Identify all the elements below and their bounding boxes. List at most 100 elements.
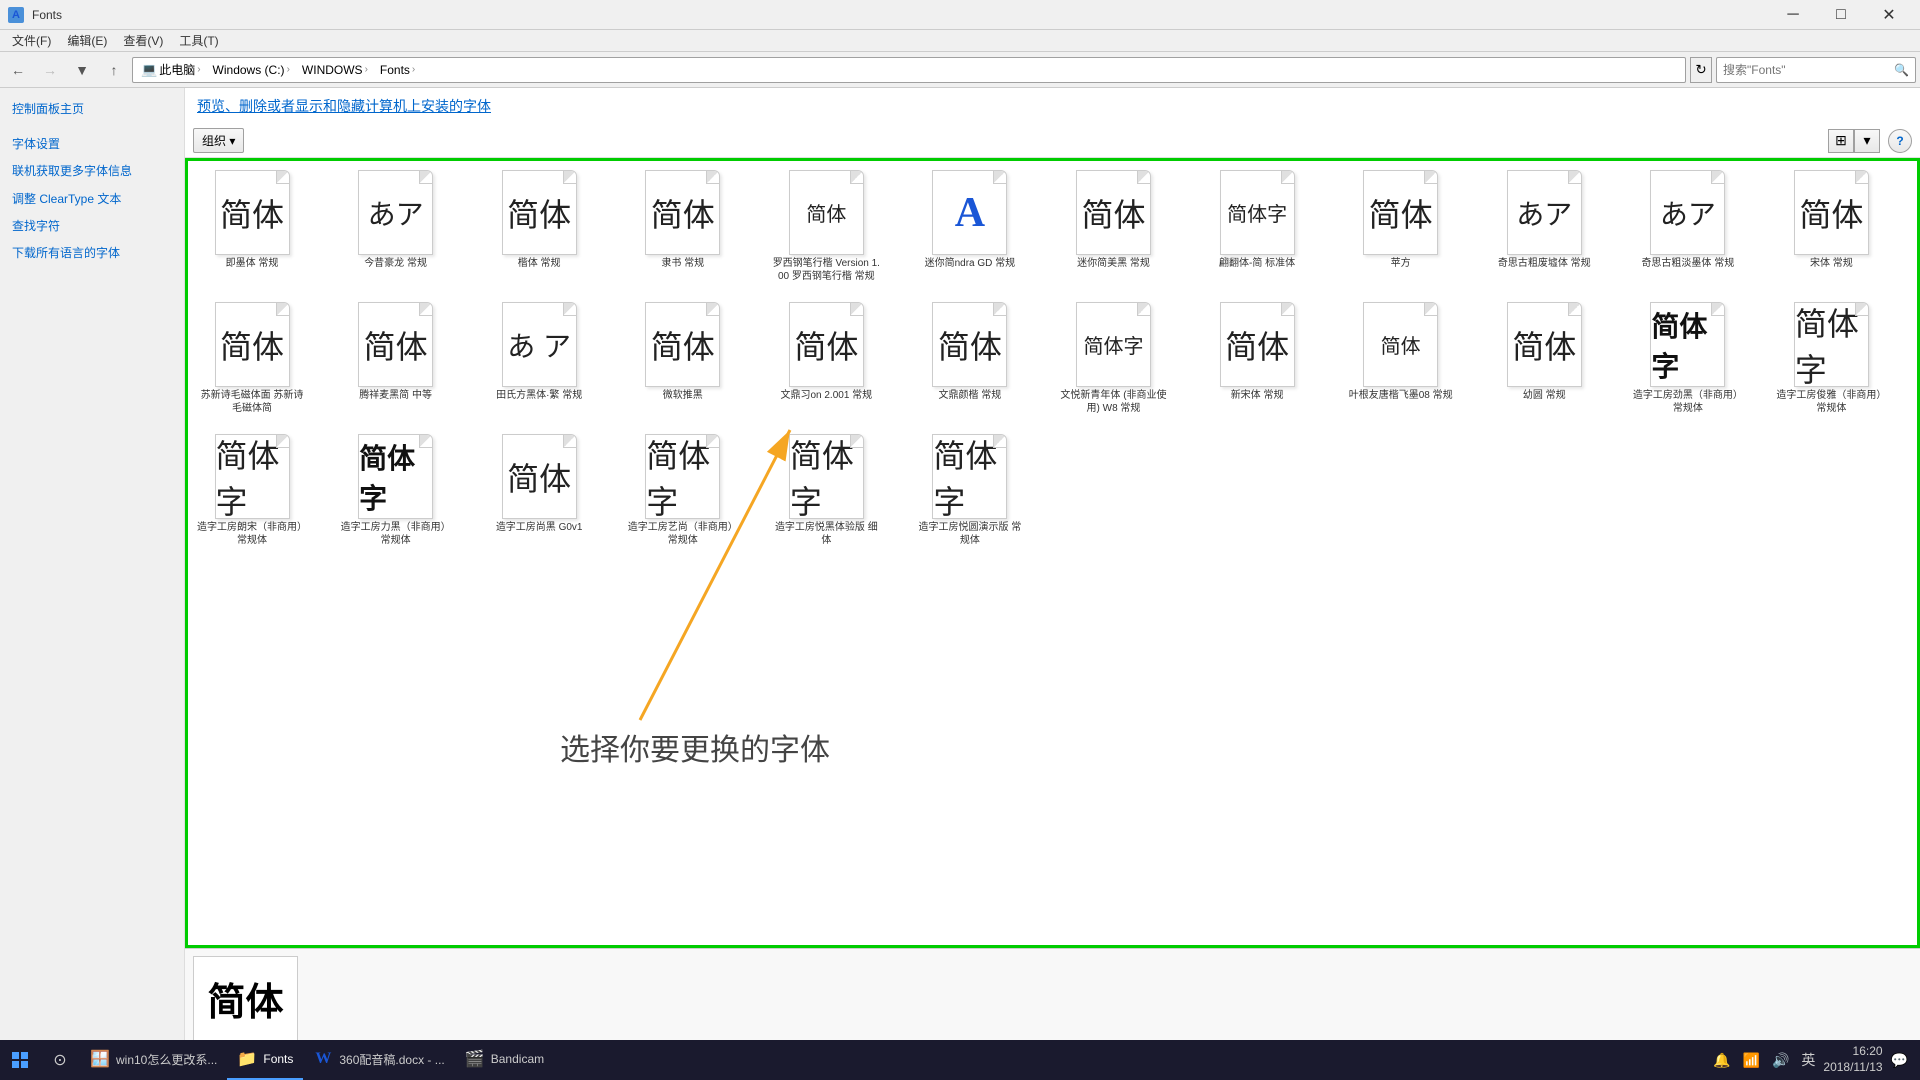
font-item[interactable]: 简体 宋体 常规 <box>1771 165 1891 295</box>
font-item[interactable]: 简体 隶书 常规 <box>623 165 743 295</box>
font-page: 简体字 <box>789 434 864 519</box>
menu-tools[interactable]: 工具(T) <box>171 30 226 51</box>
start-button[interactable] <box>0 1040 40 1080</box>
font-name-label: 微软推黑 <box>663 389 703 402</box>
font-page: 简体字 <box>215 434 290 519</box>
menu-view[interactable]: 查看(V) <box>115 30 171 51</box>
sidebar-font-settings[interactable]: 字体设置 <box>0 131 184 158</box>
taskbar-speaker-icon[interactable]: 🔊 <box>1768 1052 1793 1069</box>
up-button[interactable]: ↑ <box>100 56 128 84</box>
font-preview-text: 简体字 <box>216 434 289 519</box>
font-item[interactable]: 简体 造字工房尚黑 G0v1 <box>479 429 599 559</box>
font-name-label: 叶根友唐楷飞墨08 常规 <box>1349 389 1453 402</box>
font-item[interactable]: 简体字 文悦新青年体 (非商业使用) W8 常规 <box>1053 297 1173 427</box>
font-item[interactable]: 简体 微软推黑 <box>623 297 743 427</box>
recent-button[interactable]: ▼ <box>68 56 96 84</box>
font-preview-text: 简体字 <box>359 437 432 517</box>
font-preview-text: あ ア <box>507 325 571 365</box>
font-item[interactable]: 简体 新宋体 常规 <box>1197 297 1317 427</box>
taskbar-item-2[interactable]: W 360配音稿.docx - ... <box>303 1040 454 1080</box>
address-bar: 💻 此电脑 › Windows (C:) › WINDOWS › Fonts › <box>132 57 1686 83</box>
font-page: あア <box>1650 170 1725 255</box>
font-preview-text: 简体 <box>651 322 715 368</box>
font-item[interactable]: 简体 即墨体 常规 <box>192 165 312 295</box>
font-item[interactable]: A 迷你简ndra GD 常规 <box>910 165 1030 295</box>
font-item[interactable]: あア 奇思古粗淡墨体 常规 <box>1628 165 1748 295</box>
address-fonts[interactable]: Fonts › <box>376 61 419 79</box>
font-item[interactable]: 简体字 造字工房悦圆演示版 常规体 <box>910 429 1030 559</box>
font-item[interactable]: 简体字 造字工房劲黑（非商用）常规体 <box>1628 297 1748 427</box>
title-bar-icon: A <box>8 7 24 23</box>
taskbar-item-0[interactable]: 🪟 win10怎么更改系... <box>80 1040 227 1080</box>
taskbar-right: 🔔 📶 🔊 英 16:20 2018/11/13 💬 <box>1709 1044 1920 1075</box>
menu-edit[interactable]: 编辑(E) <box>59 30 115 51</box>
font-page: 简体 <box>789 170 864 255</box>
taskbar-action-center-icon[interactable]: 💬 <box>1887 1052 1912 1069</box>
address-drive[interactable]: Windows (C:) › <box>209 61 294 79</box>
font-item[interactable]: 简体 苹方 <box>1341 165 1461 295</box>
menu-file[interactable]: 文件(F) <box>4 30 59 51</box>
minimize-button[interactable]: ─ <box>1770 0 1816 30</box>
taskbar-item-1[interactable]: 📁 Fonts <box>227 1040 303 1080</box>
font-preview-text: 简体 <box>794 322 858 368</box>
font-page: 简体字 <box>645 434 720 519</box>
taskbar-icon-1: 📁 <box>237 1049 257 1069</box>
font-grid-container: 简体 即墨体 常规 あア 今昔豪龙 常规 简体 楷体 常规 简体 隶书 常规 简… <box>185 158 1920 948</box>
font-item[interactable]: あア 奇思古粗废墟体 常规 <box>1484 165 1604 295</box>
back-button[interactable]: ← <box>4 56 32 84</box>
font-name-label: 苏新诗毛磁体面 苏新诗毛磁体简 <box>197 389 307 415</box>
forward-button[interactable]: → <box>36 56 64 84</box>
font-item[interactable]: 简体字 造字工房艺尚（非商用）常规体 <box>623 429 743 559</box>
font-item[interactable]: あア 今昔豪龙 常规 <box>336 165 456 295</box>
font-item[interactable]: あ ア 田氏方黑体·繁 常规 <box>479 297 599 427</box>
font-name-label: 新宋体 常规 <box>1231 389 1284 402</box>
font-item[interactable]: 简体 楷体 常规 <box>479 165 599 295</box>
search-input[interactable] <box>1723 63 1890 77</box>
close-button[interactable]: ✕ <box>1866 0 1912 30</box>
sidebar-cleartype[interactable]: 调整 ClearType 文本 <box>0 186 184 213</box>
font-item[interactable]: 简体 幼圆 常规 <box>1484 297 1604 427</box>
font-item[interactable]: 简体 腾祥麦黑简 中等 <box>336 297 456 427</box>
taskbar-lang-icon[interactable]: 英 <box>1797 1050 1819 1070</box>
font-item[interactable]: 简体字 造字工房力黑（非商用）常规体 <box>336 429 456 559</box>
font-item[interactable]: 简体 叶根友唐楷飞墨08 常规 <box>1341 297 1461 427</box>
view-dropdown-button[interactable]: ▾ <box>1854 129 1880 153</box>
font-item[interactable]: 简体 迷你简美黑 常规 <box>1053 165 1173 295</box>
font-name-label: 楷体 常规 <box>518 257 561 270</box>
font-item[interactable]: 简体字 造字工房朗宋（非商用）常规体 <box>192 429 312 559</box>
help-button[interactable]: ? <box>1888 129 1912 153</box>
taskbar-clock: 16:20 2018/11/13 <box>1823 1044 1882 1075</box>
font-item[interactable]: 简体字 造字工房俊雅（非商用）常规体 <box>1771 297 1891 427</box>
font-page: 简体字 <box>358 434 433 519</box>
font-item[interactable]: 简体 罗西钢笔行楷 Version 1.00 罗西钢笔行楷 常规 <box>766 165 886 295</box>
font-item[interactable]: 简体 苏新诗毛磁体面 苏新诗毛磁体简 <box>192 297 312 427</box>
taskbar-search-button[interactable]: ⊙ <box>40 1040 80 1080</box>
view-large-button[interactable]: ⊞ <box>1828 129 1854 153</box>
font-item[interactable]: 简体字 翩翻体-简 标准体 <box>1197 165 1317 295</box>
font-item[interactable]: 简体 文鼎颜楷 常规 <box>910 297 1030 427</box>
title-bar: A Fonts ─ □ ✕ <box>0 0 1920 30</box>
taskbar-network-icon[interactable]: 📶 <box>1739 1052 1764 1069</box>
sidebar-download[interactable]: 下载所有语言的字体 <box>0 240 184 267</box>
content-title[interactable]: 预览、删除或者显示和隐藏计算机上安装的字体 <box>197 98 491 114</box>
font-item[interactable]: 简体字 造字工房悦黑体验版 细体 <box>766 429 886 559</box>
font-page: 简体 <box>645 170 720 255</box>
taskbar-notification-icon[interactable]: 🔔 <box>1709 1052 1734 1069</box>
toolbar: 组织 ▾ ⊞ ▾ ? <box>185 124 1920 158</box>
font-item[interactable]: 简体 文鼎习on 2.001 常规 <box>766 297 886 427</box>
address-windows[interactable]: WINDOWS › <box>298 61 372 79</box>
font-preview-text: あア <box>368 193 424 233</box>
taskbar-item-3[interactable]: 🎬 Bandicam <box>455 1040 554 1080</box>
sidebar-get-more[interactable]: 联机获取更多字体信息 <box>0 158 184 185</box>
address-computer[interactable]: 💻 此电脑 › <box>137 59 205 80</box>
font-page: 简体 <box>932 302 1007 387</box>
font-name-label: 造字工房尚黑 G0v1 <box>496 521 583 534</box>
nav-bar: ← → ▼ ↑ 💻 此电脑 › Windows (C:) › WINDOWS ›… <box>0 52 1920 88</box>
maximize-button[interactable]: □ <box>1818 0 1864 30</box>
refresh-button[interactable]: ↻ <box>1690 57 1712 83</box>
sidebar-find-char[interactable]: 查找字符 <box>0 213 184 240</box>
sidebar-control-panel[interactable]: 控制面板主页 <box>0 96 184 123</box>
organize-button[interactable]: 组织 ▾ <box>193 128 244 153</box>
address-fonts-label: Fonts <box>380 63 410 77</box>
search-bar[interactable]: 🔍 <box>1716 57 1916 83</box>
